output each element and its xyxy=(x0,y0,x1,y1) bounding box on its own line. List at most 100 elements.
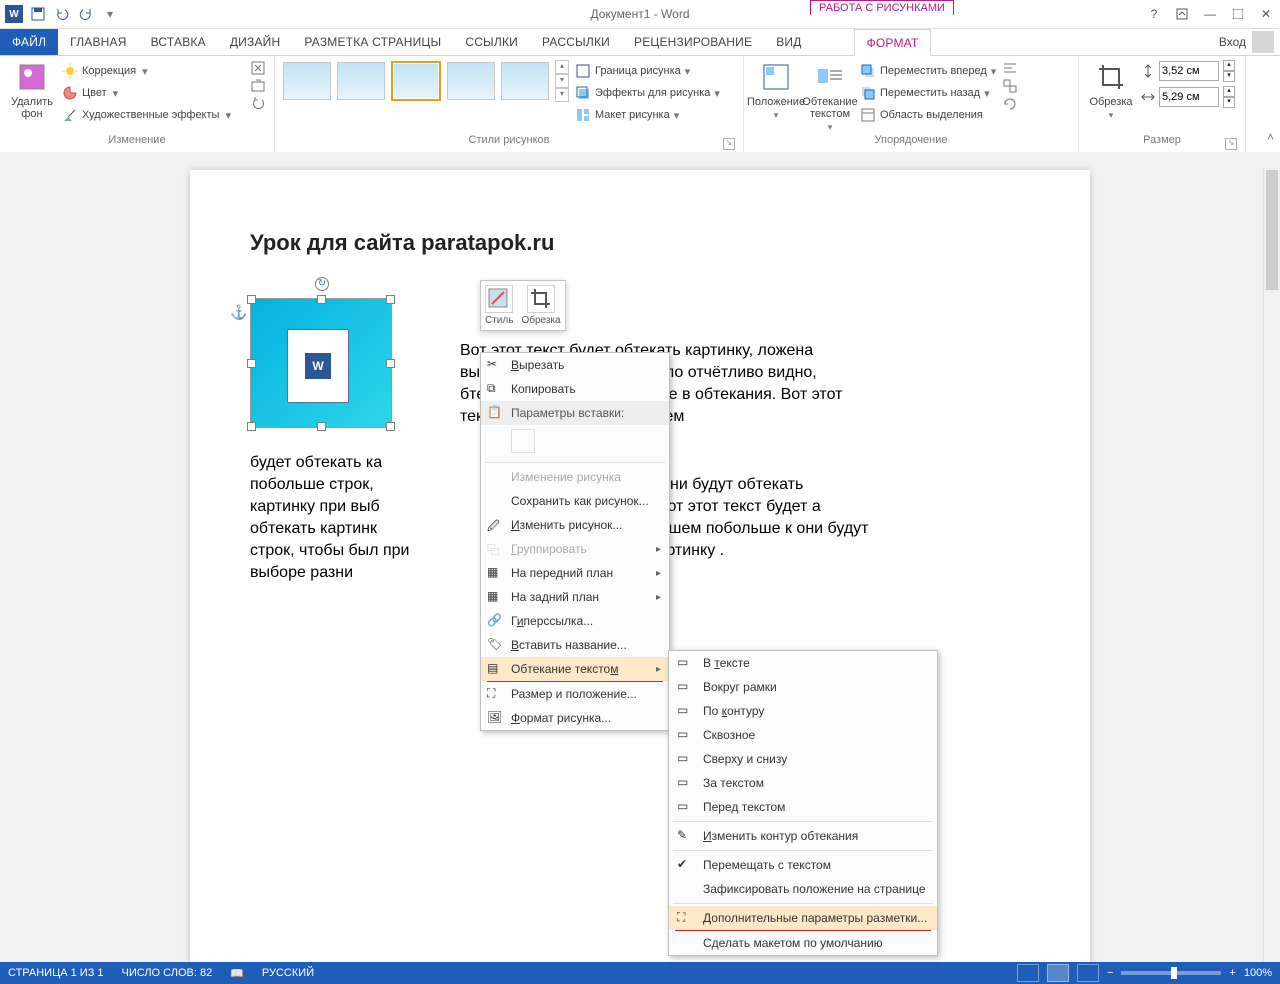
resize-handle[interactable] xyxy=(247,295,256,304)
undo-icon[interactable] xyxy=(52,4,72,24)
style-thumb-5[interactable] xyxy=(501,62,549,100)
wrap-fix-position[interactable]: Зафиксировать положение на странице xyxy=(669,877,937,901)
tab-review[interactable]: РЕЦЕНЗИРОВАНИЕ xyxy=(622,29,764,55)
qat-customize-icon[interactable]: ▾ xyxy=(100,4,120,24)
wrap-topbottom[interactable]: ▭Сверху и снизу xyxy=(669,747,937,771)
maximize-icon[interactable] xyxy=(1228,4,1248,24)
ctx-bring-front[interactable]: ▦На передний план▸ xyxy=(481,561,669,585)
height-input[interactable] xyxy=(1159,61,1219,81)
status-proofing-icon[interactable]: 📖 xyxy=(230,967,244,980)
user-avatar-icon[interactable] xyxy=(1252,31,1274,53)
gallery-scroll[interactable]: ▴▾▾ xyxy=(555,60,569,102)
resize-handle[interactable] xyxy=(317,422,326,431)
style-thumb-4[interactable] xyxy=(447,62,495,100)
tab-design[interactable]: ДИЗАЙН xyxy=(218,29,293,55)
tab-file[interactable]: ФАЙЛ xyxy=(0,29,58,55)
tab-insert[interactable]: ВСТАВКА xyxy=(139,29,218,55)
paste-option-icon[interactable] xyxy=(511,429,535,453)
picture-border-button[interactable]: Граница рисунка▾ xyxy=(575,60,720,82)
wrap-set-default[interactable]: Сделать макетом по умолчанию xyxy=(669,931,937,955)
wrap-through[interactable]: ▭Сквозное xyxy=(669,723,937,747)
change-picture-icon[interactable] xyxy=(250,78,266,94)
compress-pictures-icon[interactable] xyxy=(250,60,266,76)
zoom-in-icon[interactable]: + xyxy=(1229,967,1235,979)
minimize-icon[interactable]: — xyxy=(1200,4,1220,24)
wrap-edit-points[interactable]: ✎Изменить контур обтекания xyxy=(669,824,937,848)
picture-effects-button[interactable]: Эффекты для рисунка▾ xyxy=(575,82,720,104)
style-thumb-2[interactable] xyxy=(337,62,385,100)
ctx-wrap-text[interactable]: ▤Обтекание текстом▸ xyxy=(481,657,669,681)
wrap-inline[interactable]: ▭В тексте xyxy=(669,651,937,675)
mini-crop-button[interactable]: Обрезка xyxy=(521,285,560,326)
mini-style-button[interactable]: Стиль xyxy=(485,285,513,326)
resize-handle[interactable] xyxy=(247,359,256,368)
group-objects-icon[interactable] xyxy=(1002,78,1018,94)
crop-button[interactable]: Обрезка▾ xyxy=(1087,60,1135,121)
resize-handle[interactable] xyxy=(386,422,395,431)
wrap-square[interactable]: ▭Вокруг рамки xyxy=(669,675,937,699)
dialog-launcher-icon[interactable]: ↘ xyxy=(1225,138,1237,150)
resize-handle[interactable] xyxy=(386,359,395,368)
style-thumb-1[interactable] xyxy=(283,62,331,100)
status-words[interactable]: ЧИСЛО СЛОВ: 82 xyxy=(122,967,213,979)
wrap-infront[interactable]: ▭Перед текстом xyxy=(669,795,937,819)
picture-styles-gallery[interactable]: ▴▾▾ xyxy=(283,60,569,102)
word-app-icon[interactable]: W xyxy=(4,4,24,24)
wrap-text-button[interactable]: Обтекание текстом▾ xyxy=(806,60,854,133)
ctx-edit-picture[interactable]: 🖉Изменить рисунок... xyxy=(481,513,669,537)
rotate-icon[interactable] xyxy=(1002,96,1018,112)
tab-format[interactable]: ФОРМАТ xyxy=(854,29,932,56)
status-page[interactable]: СТРАНИЦА 1 ИЗ 1 xyxy=(8,967,104,979)
help-icon[interactable]: ? xyxy=(1144,4,1164,24)
resize-handle[interactable] xyxy=(386,295,395,304)
ctx-copy[interactable]: ⧉Копировать xyxy=(481,377,669,401)
selection-pane-button[interactable]: Область выделения xyxy=(860,104,996,126)
close-icon[interactable]: ✕ xyxy=(1256,4,1276,24)
width-spinner[interactable]: ▴▾ xyxy=(1223,86,1235,108)
ctx-hyperlink[interactable]: 🔗Гиперссылка... xyxy=(481,609,669,633)
resize-handle[interactable] xyxy=(317,295,326,304)
view-read-icon[interactable] xyxy=(1017,964,1039,982)
scrollbar-thumb[interactable] xyxy=(1266,170,1278,290)
dialog-launcher-icon[interactable]: ↘ xyxy=(723,138,735,150)
view-web-icon[interactable] xyxy=(1077,964,1099,982)
zoom-level[interactable]: 100% xyxy=(1244,967,1272,979)
ctx-format-picture[interactable]: 🖼Формат рисунка... xyxy=(481,706,669,730)
tab-mailings[interactable]: РАССЫЛКИ xyxy=(530,29,622,55)
remove-background-button[interactable]: Удалить фон xyxy=(8,60,56,120)
view-print-icon[interactable] xyxy=(1047,964,1069,982)
style-thumb-3[interactable] xyxy=(391,61,441,101)
save-icon[interactable] xyxy=(28,4,48,24)
tab-page-layout[interactable]: РАЗМЕТКА СТРАНИЦЫ xyxy=(292,29,453,55)
zoom-slider[interactable] xyxy=(1121,971,1221,975)
status-language[interactable]: РУССКИЙ xyxy=(262,967,314,979)
resize-handle[interactable] xyxy=(247,422,256,431)
ctx-save-as-picture[interactable]: Сохранить как рисунок... xyxy=(481,489,669,513)
sign-in-link[interactable]: Вход xyxy=(1219,35,1246,49)
bring-forward-button[interactable]: Переместить вперед▾ xyxy=(860,60,996,82)
picture-layout-button[interactable]: Макет рисунка▾ xyxy=(575,104,720,126)
wrap-move-with-text[interactable]: ✔Перемещать с текстом xyxy=(669,853,937,877)
vertical-scrollbar[interactable] xyxy=(1263,168,1280,962)
redo-icon[interactable] xyxy=(76,4,96,24)
position-button[interactable]: Положение▾ xyxy=(752,60,800,121)
reset-picture-icon[interactable] xyxy=(250,96,266,112)
selected-image[interactable]: W ↻ xyxy=(250,298,392,428)
ctx-send-back[interactable]: ▦На задний план▸ xyxy=(481,585,669,609)
ctx-caption[interactable]: 🏷Вставить название... xyxy=(481,633,669,657)
wrap-behind[interactable]: ▭За текстом xyxy=(669,771,937,795)
color-button[interactable]: Цвет▾ xyxy=(62,82,244,104)
artistic-effects-button[interactable]: Художественные эффекты▾ xyxy=(62,104,244,126)
ribbon-display-icon[interactable] xyxy=(1172,4,1192,24)
height-spinner[interactable]: ▴▾ xyxy=(1223,60,1235,82)
ctx-size-position[interactable]: ⛶Размер и положение... xyxy=(481,682,669,706)
ctx-cut[interactable]: ✂Вырезать xyxy=(481,353,669,377)
send-backward-button[interactable]: Переместить назад▾ xyxy=(860,82,996,104)
corrections-button[interactable]: Коррекция▾ xyxy=(62,60,244,82)
zoom-out-icon[interactable]: − xyxy=(1107,967,1113,979)
rotate-handle-icon[interactable]: ↻ xyxy=(315,277,329,291)
align-icon[interactable] xyxy=(1002,60,1018,76)
tab-references[interactable]: ССЫЛКИ xyxy=(453,29,530,55)
tab-view[interactable]: ВИД xyxy=(764,29,813,55)
tab-home[interactable]: ГЛАВНАЯ xyxy=(58,29,138,55)
